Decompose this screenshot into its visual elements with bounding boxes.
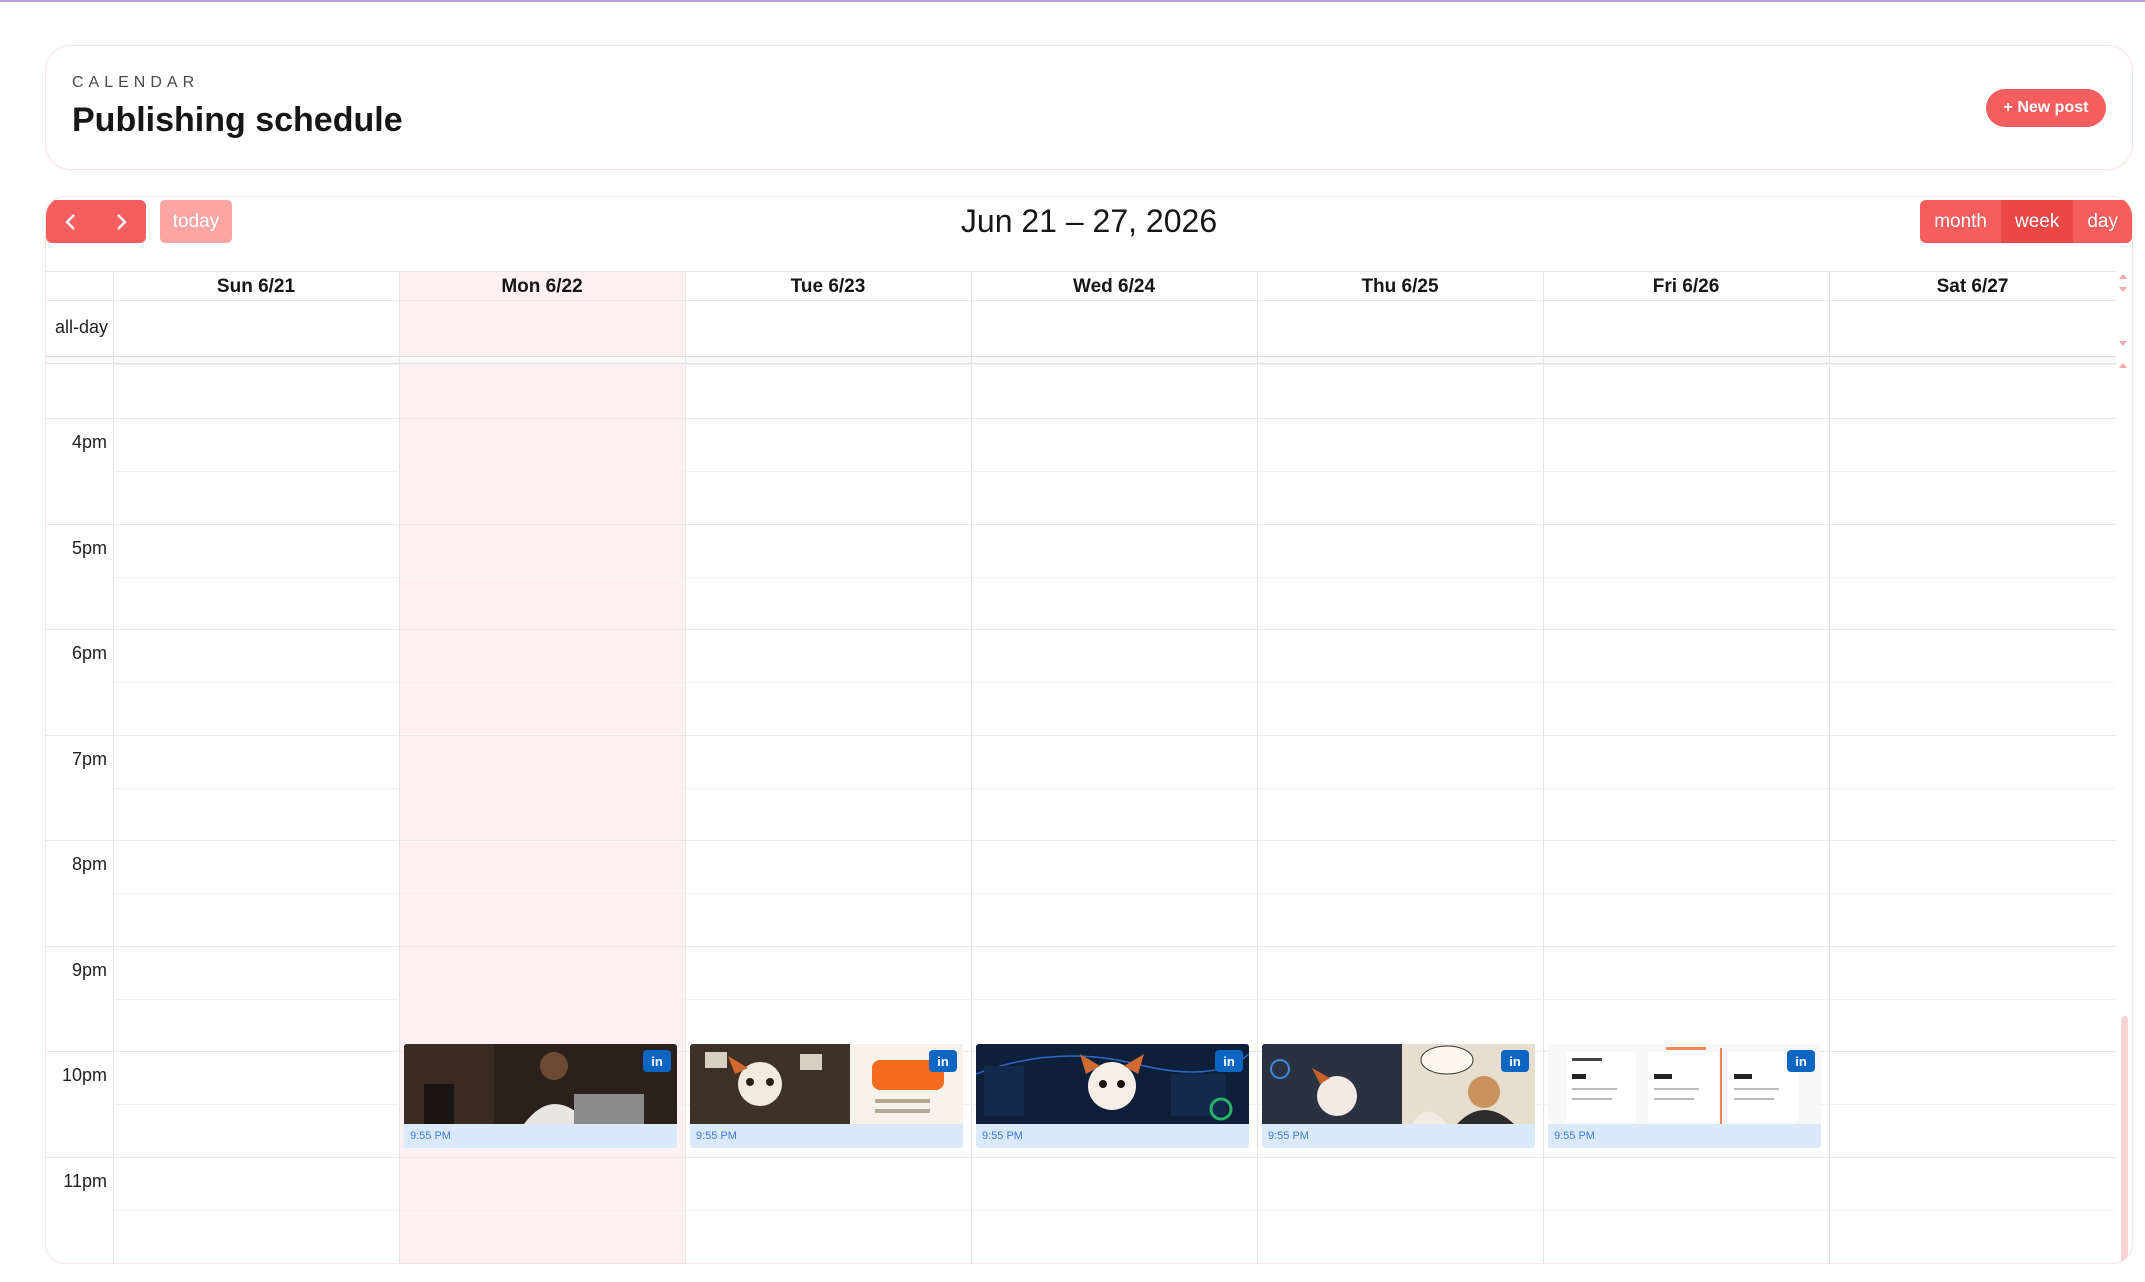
- event-thumbnail: [1548, 1044, 1821, 1124]
- view-month-button[interactable]: month: [1920, 200, 2001, 243]
- event-card-tue[interactable]: in 9:55 PM: [690, 1044, 963, 1148]
- scroll-up-arrow-icon[interactable]: [2119, 274, 2127, 279]
- event-time: 9:55 PM: [1554, 1130, 1595, 1142]
- slot-line: [113, 682, 2116, 683]
- day-header-sun: Sun 6/21: [216, 276, 296, 297]
- hour-line: [46, 1157, 2116, 1158]
- day-header-tue: Tue 6/23: [790, 276, 866, 297]
- slot-line: [113, 364, 2116, 365]
- top-accent-line: [0, 0, 2145, 2]
- hour-label-5pm: 5pm: [71, 538, 107, 558]
- event-time: 9:55 PM: [410, 1130, 451, 1142]
- all-day-divider: [46, 357, 2116, 364]
- scroll-down-arrow-icon[interactable]: [2119, 341, 2127, 346]
- page-eyebrow: CALENDAR: [72, 74, 200, 91]
- hour-line: [46, 946, 2116, 947]
- day-header-thu: Thu 6/25: [1361, 276, 1439, 297]
- scroll-up-arrow-icon[interactable]: [2119, 363, 2127, 368]
- hour-line: [46, 735, 2116, 736]
- slot-line: [113, 788, 2116, 789]
- hour-label-10pm: 10pm: [61, 1065, 107, 1085]
- date-range-title: Jun 21 – 27, 2026: [960, 203, 1218, 239]
- scrollbar-thumb[interactable]: [2121, 1016, 2128, 1263]
- view-week-button[interactable]: week: [2001, 200, 2074, 243]
- event-time: 9:55 PM: [696, 1130, 737, 1142]
- day-header-fri: Fri 6/26: [1652, 276, 1720, 297]
- slot-line: [113, 999, 2116, 1000]
- hour-label-9pm: 9pm: [71, 960, 107, 980]
- day-header-mon: Mon 6/22: [501, 276, 583, 297]
- slot-line: [113, 471, 2116, 472]
- hour-label-8pm: 8pm: [71, 854, 107, 874]
- event-thumbnail: [690, 1044, 963, 1124]
- event-time: 9:55 PM: [1268, 1130, 1309, 1142]
- slot-line: [113, 1210, 2116, 1211]
- linkedin-icon: in: [1215, 1050, 1243, 1072]
- linkedin-icon: in: [1787, 1050, 1815, 1072]
- hour-label-4pm: 4pm: [71, 432, 107, 452]
- calendar-toolbar: today Jun 21 – 27, 2026 month week day: [46, 197, 2132, 271]
- week-grid: Sun 6/21 Mon 6/22 Tue 6/23 Wed 6/24 Thu …: [46, 271, 2116, 1263]
- time-grid[interactable]: 4pm 5pm 6pm 7pm 8pm 9pm 10pm 11pm in 9:5…: [46, 364, 2116, 1263]
- hour-line: [46, 840, 2116, 841]
- scroll-down-arrow-icon[interactable]: [2119, 287, 2127, 292]
- page-title: Publishing schedule: [72, 101, 403, 139]
- linkedin-icon: in: [1501, 1050, 1529, 1072]
- linkedin-icon: in: [929, 1050, 957, 1072]
- hour-line: [46, 524, 2116, 525]
- day-header-sat: Sat 6/27: [1936, 276, 2009, 297]
- view-day-button[interactable]: day: [2073, 200, 2132, 243]
- all-day-row[interactable]: all-day: [46, 301, 2116, 357]
- hour-line: [46, 418, 2116, 419]
- hour-label-6pm: 6pm: [71, 643, 107, 663]
- event-card-thu[interactable]: in 9:55 PM: [1262, 1044, 1535, 1148]
- all-day-label: all-day: [54, 317, 108, 337]
- day-header-wed: Wed 6/24: [1072, 276, 1156, 297]
- event-card-fri[interactable]: in 9:55 PM: [1548, 1044, 1821, 1148]
- event-thumbnail: [1262, 1044, 1535, 1124]
- new-post-button[interactable]: + New post: [1986, 89, 2106, 127]
- view-switcher: month week day: [1920, 200, 2132, 243]
- slot-line: [113, 577, 2116, 578]
- calendar-scrollbar[interactable]: [2114, 271, 2132, 1263]
- header-card: CALENDAR Publishing schedule + New post: [45, 45, 2133, 170]
- hour-line: [46, 629, 2116, 630]
- hour-label-7pm: 7pm: [71, 749, 107, 769]
- day-header-row: Sun 6/21 Mon 6/22 Tue 6/23 Wed 6/24 Thu …: [46, 271, 2116, 301]
- event-card-mon[interactable]: in 9:55 PM: [404, 1044, 677, 1148]
- event-card-wed[interactable]: in 9:55 PM: [976, 1044, 1249, 1148]
- linkedin-icon: in: [643, 1050, 671, 1072]
- event-time: 9:55 PM: [982, 1130, 1023, 1142]
- calendar: today Jun 21 – 27, 2026 month week day S…: [45, 196, 2133, 1264]
- event-thumbnail: [976, 1044, 1249, 1124]
- event-thumbnail: [404, 1044, 677, 1124]
- slot-line: [113, 893, 2116, 894]
- hour-label-11pm: 11pm: [63, 1171, 107, 1191]
